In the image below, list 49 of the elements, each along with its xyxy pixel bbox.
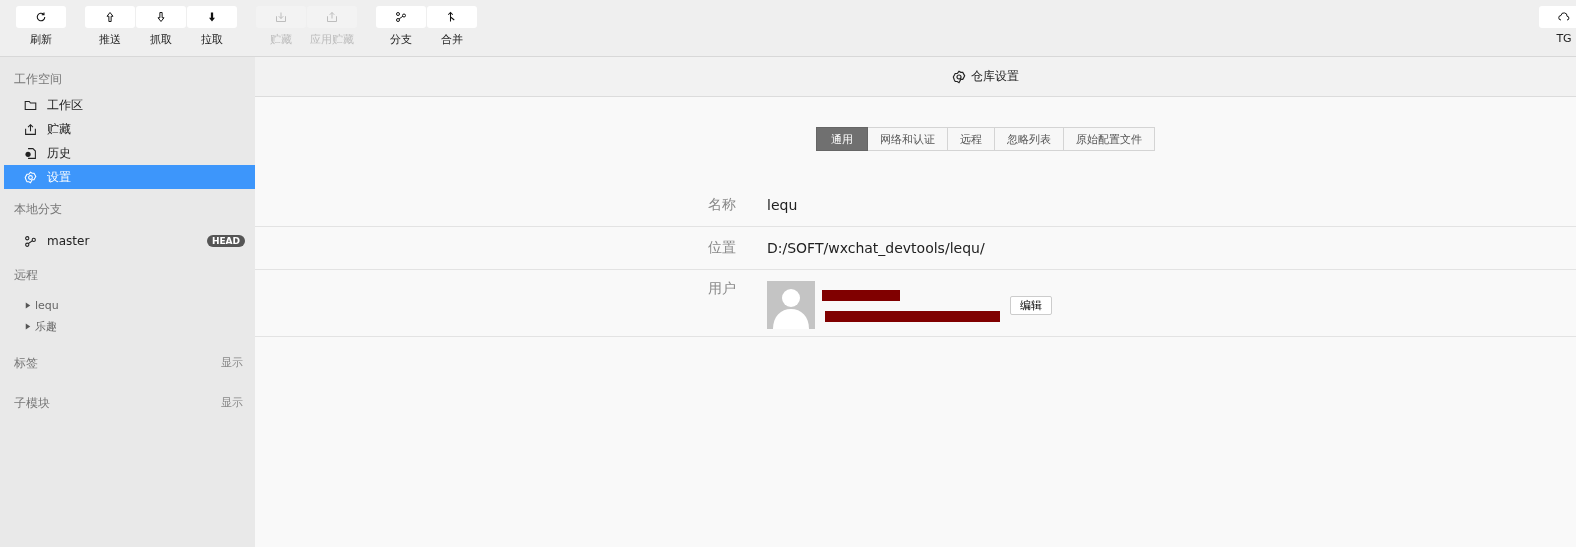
toolbar-label: 分支 <box>390 32 412 47</box>
head-badge: HEAD <box>206 235 245 247</box>
arrow-up-icon <box>104 11 116 23</box>
remote-item[interactable]: 乐趣 <box>0 316 255 337</box>
field-label: 用户 <box>707 280 737 298</box>
edit-button[interactable]: 编辑 <box>1010 296 1052 315</box>
branch-icon <box>24 234 37 248</box>
remote-item[interactable]: lequ <box>0 295 255 316</box>
tray-icon <box>275 11 287 23</box>
tab[interactable]: 远程 <box>948 127 995 151</box>
tray-icon <box>24 122 37 136</box>
branch-item[interactable]: master HEAD <box>4 227 255 255</box>
section-title: 远程 <box>13 267 39 284</box>
cloud-icon <box>1558 11 1570 23</box>
toolbar-label: 刷新 <box>30 32 52 47</box>
toolbar-button[interactable] <box>1539 6 1576 28</box>
section-title: 标签 <box>14 355 38 372</box>
toolbar-label: TG <box>1556 32 1572 45</box>
tray-icon <box>326 11 338 23</box>
avatar-icon <box>767 281 815 329</box>
arrow-down-icon <box>155 11 167 23</box>
settings-icon <box>952 69 966 84</box>
toolbar-label: 拉取 <box>201 32 223 47</box>
tab[interactable]: 网络和认证 <box>868 127 948 151</box>
merge-icon <box>446 11 458 23</box>
settings-icon <box>24 170 37 184</box>
toolbar-label: 推送 <box>99 32 121 47</box>
field-label: 名称 <box>707 196 737 214</box>
tab[interactable]: 忽略列表 <box>995 127 1064 151</box>
field-label: 位置 <box>707 239 737 257</box>
branch-icon <box>395 11 407 23</box>
section-title: 工作空间 <box>13 71 63 88</box>
page-title: 仓库设置 <box>971 68 1019 85</box>
toolbar-label: 抓取 <box>150 32 172 47</box>
section-title: 子模块 <box>14 395 50 412</box>
section-title: 本地分支 <box>13 201 63 218</box>
tab[interactable]: 原始配置文件 <box>1064 127 1155 151</box>
sidebar-item[interactable]: 贮藏 <box>4 117 255 141</box>
refresh-icon <box>35 11 47 23</box>
field-value: D:/SOFT/wxchat_devtools/lequ/ <box>767 240 985 256</box>
sidebar-item[interactable]: 工作区 <box>4 93 255 117</box>
sidebar-item[interactable]: 历史 <box>4 141 255 165</box>
field-value: lequ <box>767 197 798 213</box>
document-icon <box>24 146 37 160</box>
toolbar-label: 合并 <box>441 32 463 47</box>
toolbar-button[interactable] <box>376 6 426 28</box>
tab[interactable]: 通用 <box>816 127 868 151</box>
toolbar-button[interactable] <box>16 6 66 28</box>
folder-icon <box>24 98 37 112</box>
